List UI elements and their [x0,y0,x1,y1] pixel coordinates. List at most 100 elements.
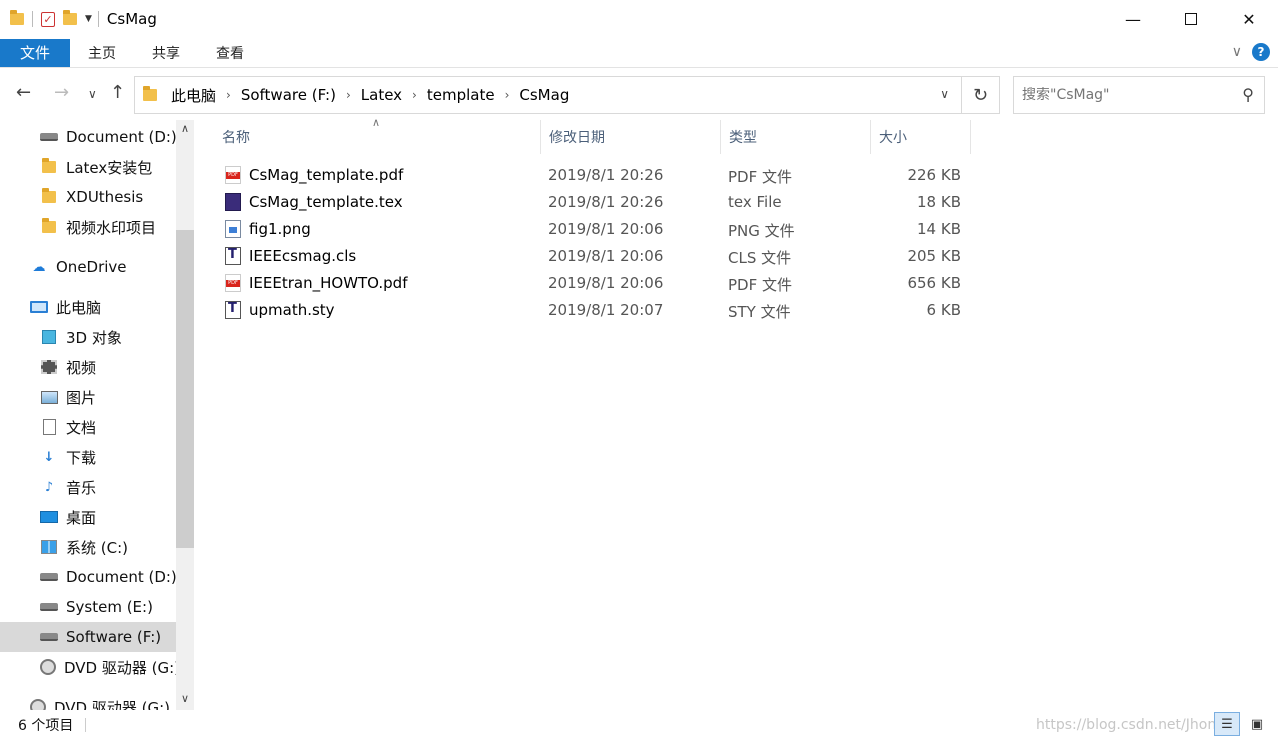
sidebar-item-label: 文档 [66,418,97,437]
sidebar-item-system-e[interactable]: System (E:) [0,592,176,622]
sidebar-item-label: Document (D:) [66,128,177,146]
folder-icon [42,158,56,173]
watermark: https://blog.csdn.net/Jhon [1036,717,1217,733]
search-box[interactable]: ⚲ [1013,76,1265,114]
file-row-csmag-template-tex[interactable]: CsMag_template.tex 2019/8/1 20:26 tex Fi… [216,189,976,216]
sidebar-item-dvd-g[interactable]: DVD 驱动器 (G:) [0,652,180,682]
tab-share[interactable]: 共享 [134,39,198,67]
drive-icon [40,633,58,641]
sidebar-item-dvd-g-root[interactable]: DVD 驱动器 (G:) J [0,692,179,710]
help-icon[interactable]: ? [1252,43,1270,61]
chevron-right-icon[interactable]: › [505,88,510,102]
tab-home[interactable]: 主页 [70,39,134,67]
file-date: 2019/8/1 20:06 [548,274,664,292]
sidebar-item-label: 下载 [66,448,97,467]
window-title: CsMag [106,10,157,28]
column-header-name[interactable]: 名称 [214,120,541,154]
file-date: 2019/8/1 20:26 [548,166,664,184]
back-icon[interactable]: ← [16,82,31,103]
sidebar-item-documents[interactable]: 文档 [0,412,176,442]
film-icon [41,360,57,374]
sidebar-item-document-d2[interactable]: Document (D:) [0,562,177,592]
chevron-right-icon[interactable]: › [346,88,351,102]
sidebar-item-videos[interactable]: 视频 [0,352,176,382]
column-header-type[interactable]: 类型 [721,120,871,154]
file-type: CLS 文件 [728,249,792,267]
title-bar: ✓ ▼ CsMag — ✕ [0,0,1278,38]
chevron-right-icon[interactable]: › [412,88,417,102]
breadcrumb-latex[interactable]: Latex [361,86,402,104]
maximize-button[interactable] [1162,0,1220,38]
pdf-file-icon [225,274,241,292]
search-icon[interactable]: ⚲ [1242,85,1254,104]
file-row-upmath-sty[interactable]: upmath.sty 2019/8/1 20:07 STY 文件 6 KB [216,297,976,324]
file-name: CsMag_template.tex [249,193,403,211]
file-size: 14 KB [917,220,961,238]
file-row-ieeetran-howto-pdf[interactable]: IEEEtran_HOWTO.pdf 2019/8/1 20:06 PDF 文件… [216,270,976,297]
column-header-date[interactable]: 修改日期 [541,120,721,154]
scroll-thumb[interactable] [176,230,194,548]
file-type: STY 文件 [728,303,791,321]
cloud-icon: ☁ [32,259,46,275]
sidebar-scrollbar[interactable]: ∧ ∨ [176,120,194,710]
chevron-down-icon[interactable]: ∨ [940,87,949,101]
tab-file[interactable]: 文件 [0,38,70,67]
recent-locations-icon[interactable]: ∨ [88,87,97,101]
sidebar-item-this-pc[interactable]: 此电脑 [0,292,176,322]
file-list: ∧ 名称 修改日期 类型 大小 CsMag_template.pdf 2019/… [196,116,1278,710]
pdf-file-icon [225,166,241,184]
sidebar-item-desktop[interactable]: 桌面 [0,502,176,532]
breadcrumb-this-pc[interactable]: 此电脑 [171,85,216,106]
sidebar-item-3d-objects[interactable]: 3D 对象 [0,322,176,352]
refresh-icon: ↻ [972,84,989,106]
scroll-down-icon[interactable]: ∨ [176,692,194,708]
navigation-pane: Document (D:) Latex安装包 XDUthesis 视频水印项目 … [0,120,196,710]
file-row-csmag-template-pdf[interactable]: CsMag_template.pdf 2019/8/1 20:26 PDF 文件… [216,162,976,189]
sidebar-item-downloads[interactable]: ↓ 下载 [0,442,176,472]
up-icon[interactable]: ↑ [110,82,125,103]
sidebar-item-label: 视频 [66,358,97,377]
breadcrumb-template[interactable]: template [427,86,495,104]
breadcrumb-csmag[interactable]: CsMag [519,86,569,104]
sidebar-item-xduthesis[interactable]: XDUthesis [0,182,176,212]
forward-icon[interactable]: → [54,82,69,103]
file-date: 2019/8/1 20:26 [548,193,664,211]
sidebar-item-software-f[interactable]: Software (F:) [0,622,176,652]
file-size: 656 KB [907,274,961,292]
file-type: PNG 文件 [728,222,795,240]
drive-icon [40,573,58,581]
sidebar-item-music[interactable]: ♪ 音乐 [0,472,176,502]
file-row-ieeecsmag-cls[interactable]: IEEEcsmag.cls 2019/8/1 20:06 CLS 文件 205 … [216,243,976,270]
properties-icon[interactable]: ✓ [41,11,55,27]
file-row-fig1-png[interactable]: fig1.png 2019/8/1 20:06 PNG 文件 14 KB [216,216,976,243]
close-button[interactable]: ✕ [1220,0,1278,38]
column-header-size[interactable]: 大小 [871,120,971,154]
sidebar-item-onedrive[interactable]: ☁ OneDrive [0,252,176,282]
scroll-up-icon[interactable]: ∧ [176,122,194,138]
customize-toolbar-icon[interactable]: ▼ [85,14,92,24]
sidebar-item-label: Document (D:) [66,568,177,586]
details-view-icon[interactable]: ☰ [1214,712,1240,736]
cube-icon [42,330,56,344]
minimize-button[interactable]: — [1104,0,1162,38]
dvd-icon [40,659,56,675]
expand-ribbon-icon[interactable]: ∨ [1232,44,1242,60]
chevron-right-icon[interactable]: › [226,88,231,102]
sidebar-item-pictures[interactable]: 图片 [0,382,176,412]
large-icons-view-icon[interactable]: ▣ [1244,712,1270,736]
tab-view[interactable]: 查看 [198,39,262,67]
sidebar-item-video-watermark[interactable]: 视频水印项目 [0,212,176,242]
dvd-icon [30,699,46,710]
refresh-button[interactable]: ↻ [962,76,1000,114]
address-bar[interactable]: 此电脑 › Software (F:) › Latex › template ›… [134,76,962,114]
sidebar-item-document-d[interactable]: Document (D:) [0,122,177,152]
new-folder-icon[interactable] [63,10,77,25]
folder-icon[interactable] [10,10,24,25]
sidebar-item-system-c[interactable]: 系统 (C:) [0,532,176,562]
sidebar-item-latex-installer[interactable]: Latex安装包 [0,152,176,182]
sidebar-item-label: 图片 [66,388,97,407]
breadcrumb-software[interactable]: Software (F:) [241,86,336,104]
search-input[interactable] [1022,87,1222,103]
music-icon: ♪ [44,479,54,495]
file-name: fig1.png [249,220,311,238]
